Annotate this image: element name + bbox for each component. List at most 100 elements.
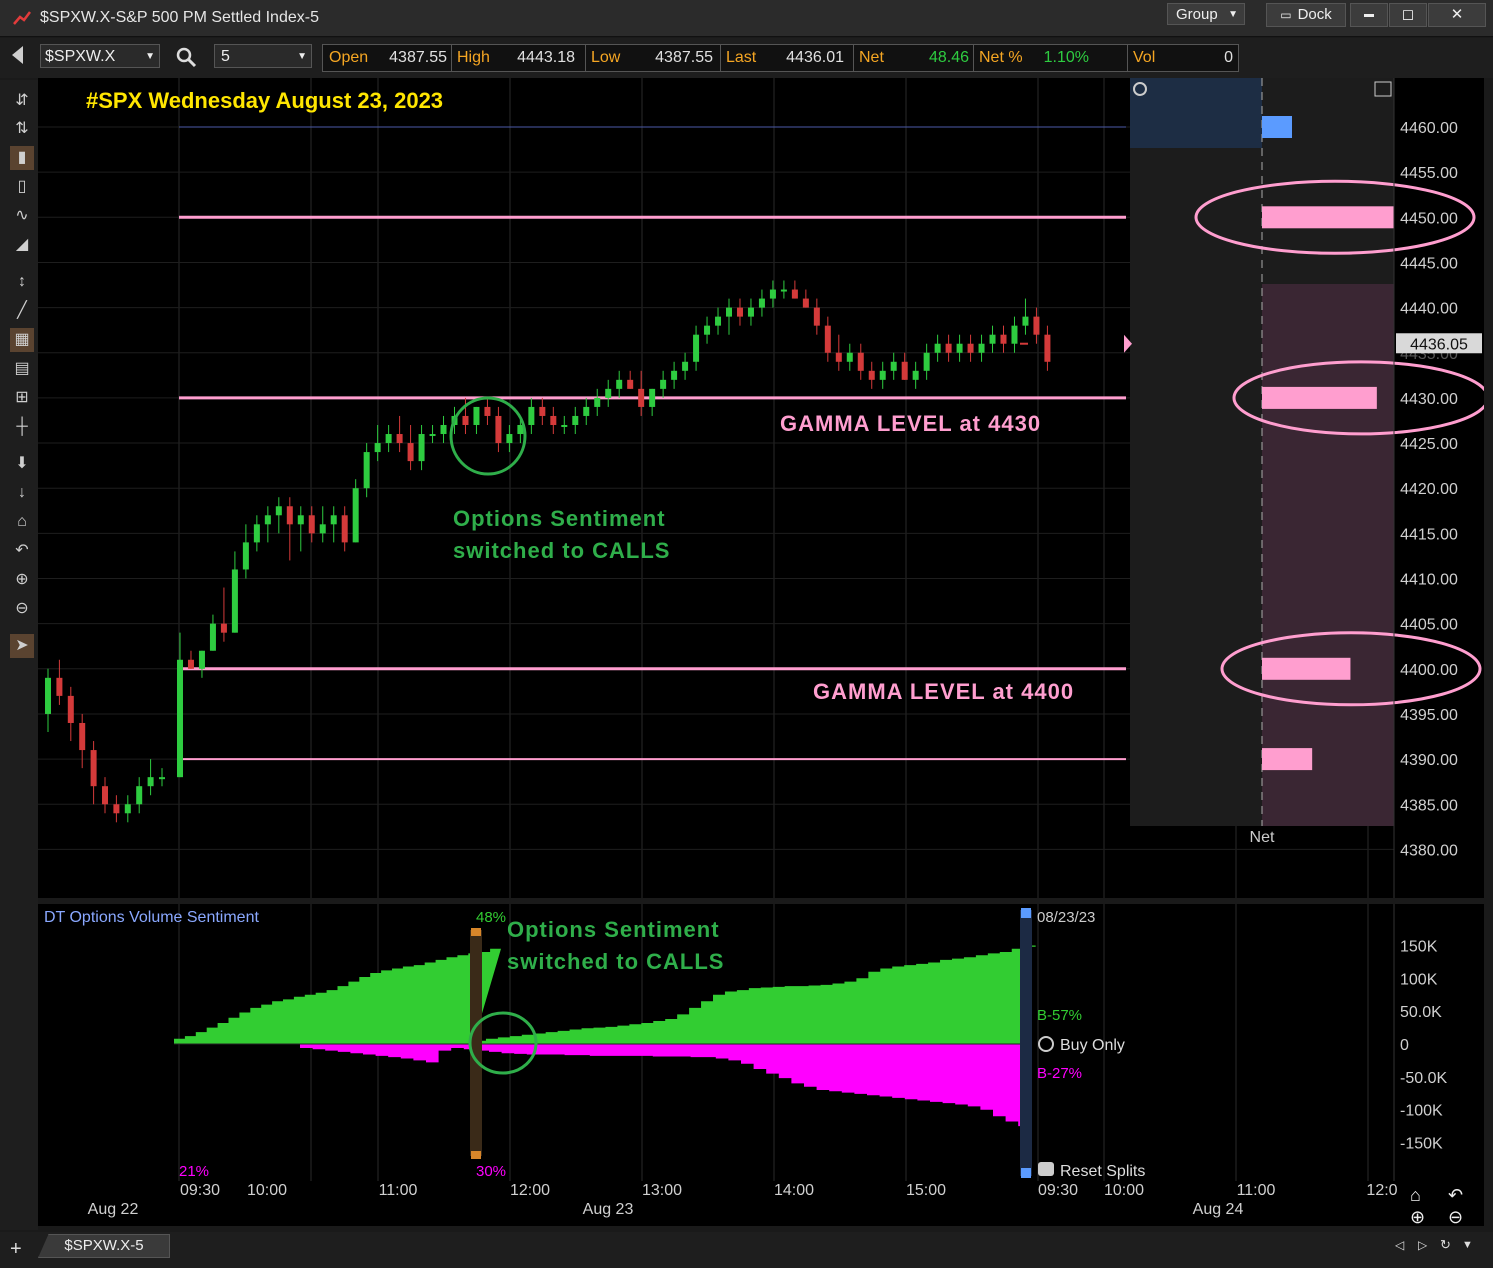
- pin-icon[interactable]: ⬇: [10, 452, 34, 476]
- date-label: Aug 22: [88, 1201, 139, 1218]
- layout-icon[interactable]: ⊞: [10, 386, 34, 410]
- candle-body: [79, 722, 86, 751]
- current-handle-bottom[interactable]: [1021, 1168, 1031, 1178]
- dock-label: Dock: [1297, 6, 1332, 23]
- candle-body: [385, 434, 392, 444]
- candle-body: [1022, 316, 1029, 326]
- candle-body: [45, 677, 51, 714]
- candle-body: [736, 307, 743, 317]
- sentiment-note-line1: Options Sentiment: [453, 506, 666, 531]
- candle-body: [956, 343, 963, 353]
- candle-body: [934, 343, 941, 353]
- candle-body: [758, 298, 765, 308]
- time-label: 11:00: [1237, 1182, 1276, 1199]
- candle-body: [220, 623, 227, 633]
- time-label: 12:0: [1366, 1182, 1397, 1199]
- chevron-down-icon[interactable]: ▼: [145, 45, 155, 69]
- candle-body: [159, 777, 165, 780]
- candle-body: [945, 343, 952, 353]
- reset-icon[interactable]: [1038, 1162, 1054, 1176]
- home-icon[interactable]: ⌂: [1410, 1185, 1421, 1205]
- maximize-button[interactable]: ◻: [1389, 3, 1427, 27]
- refresh-icon[interactable]: ↻: [1440, 1237, 1451, 1253]
- candle-body: [297, 515, 304, 525]
- candle-body: [682, 361, 689, 371]
- cursor-crosshair-icon[interactable]: ⇵: [10, 89, 34, 113]
- price-axis-label: 4425.00: [1400, 436, 1458, 453]
- price-chart[interactable]: 4460.00 4455.00 4450.00 4445.00 4440.00 4430.…: [38, 78, 1490, 898]
- line-chart-icon[interactable]: ∿: [10, 204, 34, 228]
- price-axis-label: 4430.00: [1400, 391, 1458, 408]
- trendline-icon[interactable]: ╱: [10, 299, 34, 323]
- chevron-down-icon[interactable]: ▼: [297, 45, 307, 69]
- quote-label-last: Last: [726, 49, 757, 66]
- candle-body: [407, 443, 414, 462]
- split-handle-bottom[interactable]: [471, 1151, 481, 1159]
- symbol-input[interactable]: $SPXW.X ▼: [40, 44, 160, 68]
- hline-icon[interactable]: ┼: [10, 415, 34, 439]
- scroll-right-icon[interactable]: ▷: [1418, 1238, 1427, 1252]
- candle-body: [726, 307, 732, 317]
- chevron-down-icon[interactable]: ▼: [1462, 1239, 1473, 1251]
- candle-body: [671, 370, 678, 380]
- dock-icon: ▭: [1280, 8, 1292, 22]
- zoom-in-icon[interactable]: ⊕: [1410, 1207, 1425, 1227]
- candle-body: [627, 379, 634, 389]
- group-dropdown[interactable]: Group ▼: [1167, 3, 1245, 25]
- quote-value-vol: 0: [1224, 49, 1233, 66]
- minimize-button[interactable]: ▬: [1350, 3, 1388, 27]
- search-icon[interactable]: [176, 47, 198, 69]
- area-chart-icon[interactable]: ◢: [10, 233, 34, 257]
- undo-icon[interactable]: ↶: [1448, 1185, 1463, 1205]
- time-label: 10:00: [247, 1182, 287, 1199]
- drag-tool-icon[interactable]: ⇅: [10, 117, 34, 141]
- interval-select[interactable]: 5 ▼: [214, 44, 312, 68]
- candle-body: [704, 325, 711, 335]
- pointer-icon[interactable]: ➤: [10, 634, 34, 658]
- home-icon[interactable]: ⌂: [10, 510, 34, 534]
- gear-icon[interactable]: [1038, 1036, 1054, 1052]
- undo-icon[interactable]: ↶: [10, 539, 34, 563]
- candle-body: [187, 659, 194, 669]
- current-split-marker[interactable]: [1020, 910, 1032, 1176]
- zoom-in-icon[interactable]: ⊕: [10, 568, 34, 592]
- buy-only-label[interactable]: Buy Only: [1060, 1037, 1125, 1054]
- window-titlebar: $SPXW.X-S&P 500 PM Settled Index-5 Group…: [0, 0, 1493, 37]
- buy-pct-bottom: 30%: [476, 1163, 506, 1180]
- dock-button[interactable]: ▭ Dock: [1266, 3, 1346, 27]
- candle-tool-icon[interactable]: ▮: [10, 146, 34, 170]
- price-chart-canvas[interactable]: 4460.00 4455.00 4450.00 4445.00 4440.00 4430.…: [38, 78, 1490, 898]
- reset-splits-label[interactable]: Reset Splits: [1060, 1163, 1145, 1180]
- candle-body: [275, 506, 282, 516]
- candle-body: [429, 434, 436, 437]
- measure-icon[interactable]: ↕: [10, 270, 34, 294]
- candle-body: [90, 750, 97, 787]
- quote-value-low: 4387.55: [655, 49, 713, 66]
- candle-body: [528, 406, 535, 425]
- time-label: 12:00: [510, 1182, 550, 1199]
- table-icon[interactable]: ▤: [10, 357, 34, 381]
- volume-chart-canvas[interactable]: DT Options Volume Sentiment 48% 30% 21% 08/2…: [38, 904, 1484, 1181]
- grid-icon[interactable]: ▦: [10, 328, 34, 352]
- split-marker[interactable]: [470, 930, 482, 1156]
- close-button[interactable]: ✕: [1428, 3, 1486, 27]
- tab-spxw-5[interactable]: $SPXW.X-5: [38, 1234, 170, 1258]
- bottom-bar: + $SPXW.X-5 ◁ ▷ ↻ ▼: [0, 1232, 1493, 1268]
- candle-body: [879, 370, 886, 380]
- zoom-out-icon[interactable]: ⊖: [10, 597, 34, 621]
- b-magenta-pct: B-27%: [1037, 1065, 1082, 1082]
- bar-tool-icon[interactable]: ▯: [10, 175, 34, 199]
- candle-body: [495, 415, 502, 444]
- options-volume-panel[interactable]: DT Options Volume Sentiment 48% 30% 21% 08/2…: [38, 904, 1484, 1181]
- scroll-left-icon[interactable]: ◁: [1395, 1238, 1404, 1252]
- add-tab-icon[interactable]: +: [10, 1238, 22, 1261]
- collapse-left-icon[interactable]: [12, 46, 23, 64]
- zoom-out-icon[interactable]: ⊖: [1448, 1207, 1463, 1227]
- marker-icon[interactable]: ↓: [10, 481, 34, 505]
- split-handle-top[interactable]: [471, 928, 481, 936]
- price-axis-label: 4385.00: [1400, 797, 1458, 814]
- candle-body: [715, 316, 722, 326]
- current-handle-top[interactable]: [1021, 908, 1031, 918]
- candle-body: [506, 434, 513, 444]
- candle-body: [923, 352, 930, 371]
